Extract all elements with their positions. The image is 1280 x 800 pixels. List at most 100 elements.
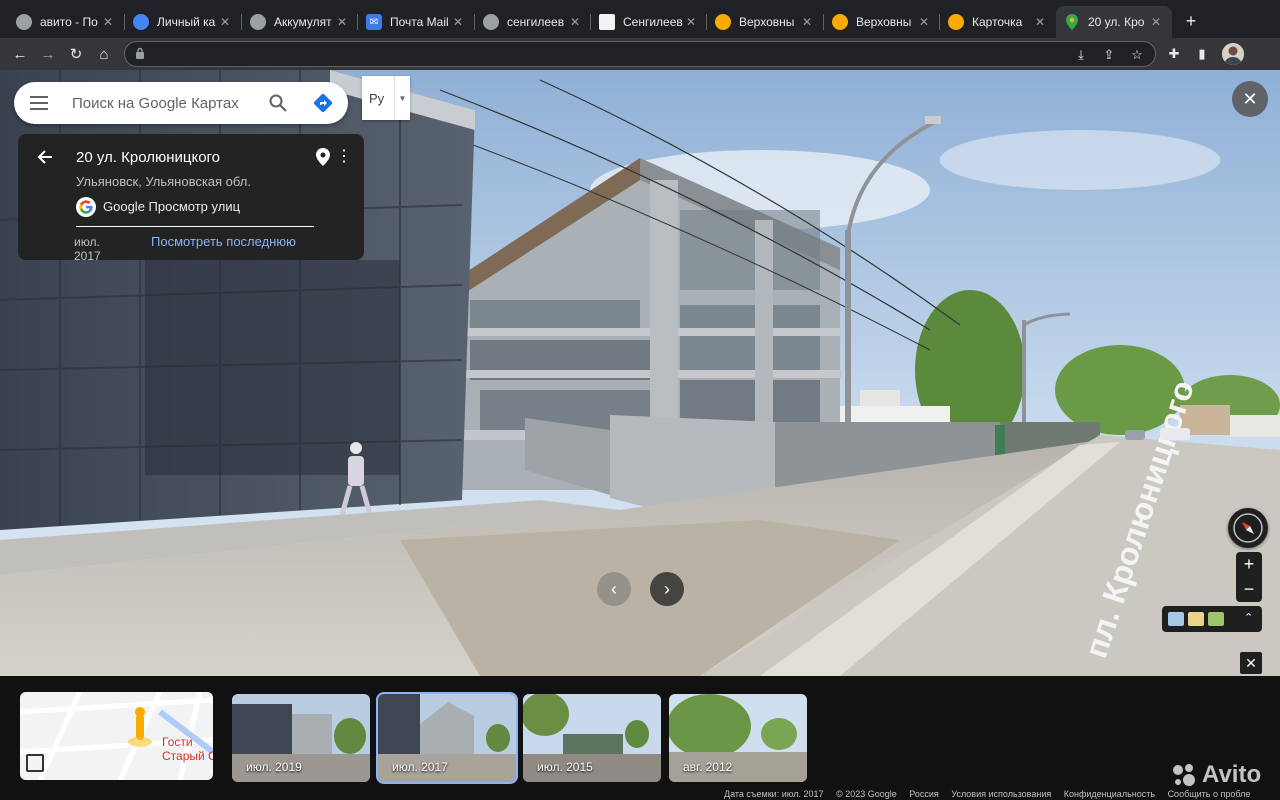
close-tab-icon[interactable]: ✕ [567, 14, 583, 30]
profile-avatar[interactable] [1222, 43, 1244, 65]
tab-supreme-1[interactable]: Верховны ✕ [707, 6, 823, 38]
globe-icon [250, 14, 266, 30]
zoom-control: + − [1236, 552, 1262, 602]
expand-map-icon[interactable] [26, 754, 44, 772]
tab-title: Сенгилеев [623, 15, 683, 29]
globe-icon [483, 14, 499, 30]
more-options-icon[interactable]: ⋮ [336, 148, 352, 166]
tab-title: Верховны [856, 15, 912, 29]
maps-footer: Дата съемки: июл. 2017 © 2023 Google Рос… [724, 789, 1260, 799]
capture-date-selector[interactable]: июл. 2017 [74, 235, 114, 260]
thumbnail-date: июл. 2019 [246, 760, 302, 774]
layer-switcher[interactable]: ⌃ [1162, 606, 1262, 632]
maps-pin-icon [1064, 14, 1080, 30]
zoom-out-button[interactable]: − [1236, 577, 1262, 602]
tab-title: Аккумулят [274, 15, 332, 29]
timeline-thumbnail-selected[interactable]: июл. 2017 [376, 692, 518, 784]
document-icon [599, 14, 615, 30]
emblem-icon [832, 14, 848, 30]
nearby-place-label: ГостиСтарый Симб [162, 735, 213, 763]
tab-sengileev-doc[interactable]: Сенгилеев ✕ [591, 6, 707, 38]
close-tab-icon[interactable]: ✕ [683, 14, 699, 30]
close-tab-icon[interactable]: ✕ [799, 14, 815, 30]
compass-button[interactable] [1228, 508, 1268, 548]
tab-google-maps[interactable]: 20 ул. Кро ✕ [1056, 6, 1172, 38]
timeline-thumbnail[interactable]: авг. 2012 [669, 694, 807, 782]
tab-title: авито - По [40, 15, 98, 29]
share-icon[interactable]: ⇪ [1101, 47, 1117, 63]
privacy-link[interactable]: Конфиденциальность [1064, 789, 1155, 799]
close-tab-icon[interactable]: ✕ [334, 14, 350, 30]
expand-layers-icon[interactable]: ⌃ [1244, 611, 1253, 624]
google-logo-icon [76, 197, 96, 217]
hamburger-menu-icon[interactable] [30, 96, 48, 110]
satellite-layer-thumbnail[interactable] [1208, 612, 1224, 626]
tab-title: 20 ул. Кро [1088, 15, 1145, 29]
avito-logo-icon [1173, 764, 1195, 786]
close-tab-icon[interactable]: ✕ [217, 14, 233, 30]
address-bar[interactable]: ⤓ ⇪ ☆ [124, 41, 1156, 67]
location-region: Ульяновск, Ульяновская обл. [76, 174, 251, 189]
previous-arrow-icon[interactable]: ‹ [597, 572, 631, 606]
close-tab-icon[interactable]: ✕ [1032, 14, 1048, 30]
location-info-card: 20 ул. Кролюницкого ⋮ Ульяновск, Ульянов… [18, 134, 364, 260]
zoom-in-button[interactable]: + [1236, 552, 1262, 577]
forward-button[interactable]: → [36, 42, 60, 66]
tab-battery[interactable]: Аккумулят ✕ [242, 6, 358, 38]
avito-watermark: Avito [1172, 760, 1272, 790]
browser-tab-strip: авито - По ✕ Личный ка ✕ Аккумулят ✕ ✉ П… [0, 0, 1280, 38]
emblem-icon [948, 14, 964, 30]
close-tab-icon[interactable]: ✕ [1148, 14, 1164, 30]
timeline-thumbnail[interactable]: июл. 2015 [523, 694, 661, 782]
bookmark-star-icon[interactable]: ☆ [1129, 47, 1145, 63]
back-button[interactable]: ← [8, 42, 32, 66]
lock-icon [136, 47, 144, 59]
tab-card[interactable]: Карточка ✕ [940, 6, 1056, 38]
close-tab-icon[interactable]: ✕ [100, 14, 116, 30]
location-address: 20 ул. Кролюницкого [76, 149, 221, 166]
report-problem-link[interactable]: Сообщить о пробле [1168, 789, 1251, 799]
terrain-layer-thumbnail[interactable] [1188, 612, 1204, 626]
tab-title: Верховны [739, 15, 795, 29]
timeline-filmstrip: ГостиСтарый Симб июл. 2019 июл. 2017 июл… [0, 676, 1280, 800]
search-input[interactable]: Поиск на Google Картах [72, 95, 239, 112]
close-filmstrip-button[interactable]: ✕ [1240, 652, 1262, 674]
thumbnail-date: июл. 2017 [392, 760, 448, 774]
tab-sengileev-search[interactable]: сенгилеев ✕ [475, 6, 591, 38]
install-app-icon[interactable]: ⤓ [1073, 47, 1089, 63]
emblem-icon [715, 14, 731, 30]
globe-icon [16, 14, 32, 30]
map-pin-icon[interactable] [316, 148, 330, 166]
country-link[interactable]: Россия [909, 789, 939, 799]
chevron-down-icon: ▼ [394, 76, 410, 120]
tab-title: Личный ка [157, 15, 216, 29]
new-tab-button[interactable]: + [1180, 10, 1202, 32]
tab-mail[interactable]: ✉ Почта Mail ✕ [358, 6, 474, 38]
card-divider [76, 226, 314, 227]
view-latest-link[interactable]: Посмотреть последнюю [151, 234, 296, 249]
reload-button[interactable]: ↻ [64, 42, 88, 66]
next-arrow-icon[interactable]: › [650, 572, 684, 606]
thumbnail-date: авг. 2012 [683, 760, 733, 774]
back-arrow-icon[interactable] [36, 148, 54, 166]
tab-title: сенгилеев [507, 15, 565, 29]
avito-watermark-text: Avito [1202, 761, 1262, 788]
close-tab-icon[interactable]: ✕ [916, 14, 932, 30]
compass-icon [1233, 513, 1263, 543]
tab-personal-account[interactable]: Личный ка ✕ [125, 6, 241, 38]
directions-icon[interactable] [312, 92, 334, 114]
search-icon[interactable] [268, 93, 288, 113]
language-select[interactable]: Ру ▼ [362, 76, 410, 120]
map-layer-thumbnail[interactable] [1168, 612, 1184, 626]
timeline-thumbnail[interactable]: июл. 2019 [232, 694, 370, 782]
tab-supreme-2[interactable]: Верховны ✕ [824, 6, 940, 38]
close-tab-icon[interactable]: ✕ [450, 14, 466, 30]
close-street-view-button[interactable]: ✕ [1232, 81, 1268, 117]
home-button[interactable]: ⌂ [92, 42, 116, 66]
side-panel-icon[interactable]: ▮ [1194, 46, 1210, 62]
terms-link[interactable]: Условия использования [951, 789, 1051, 799]
mini-map[interactable]: ГостиСтарый Симб [20, 692, 213, 780]
maps-search-box[interactable]: Поиск на Google Картах [14, 82, 348, 124]
extensions-puzzle-icon[interactable]: ✚ [1166, 46, 1182, 62]
tab-avito[interactable]: авито - По ✕ [8, 6, 124, 38]
